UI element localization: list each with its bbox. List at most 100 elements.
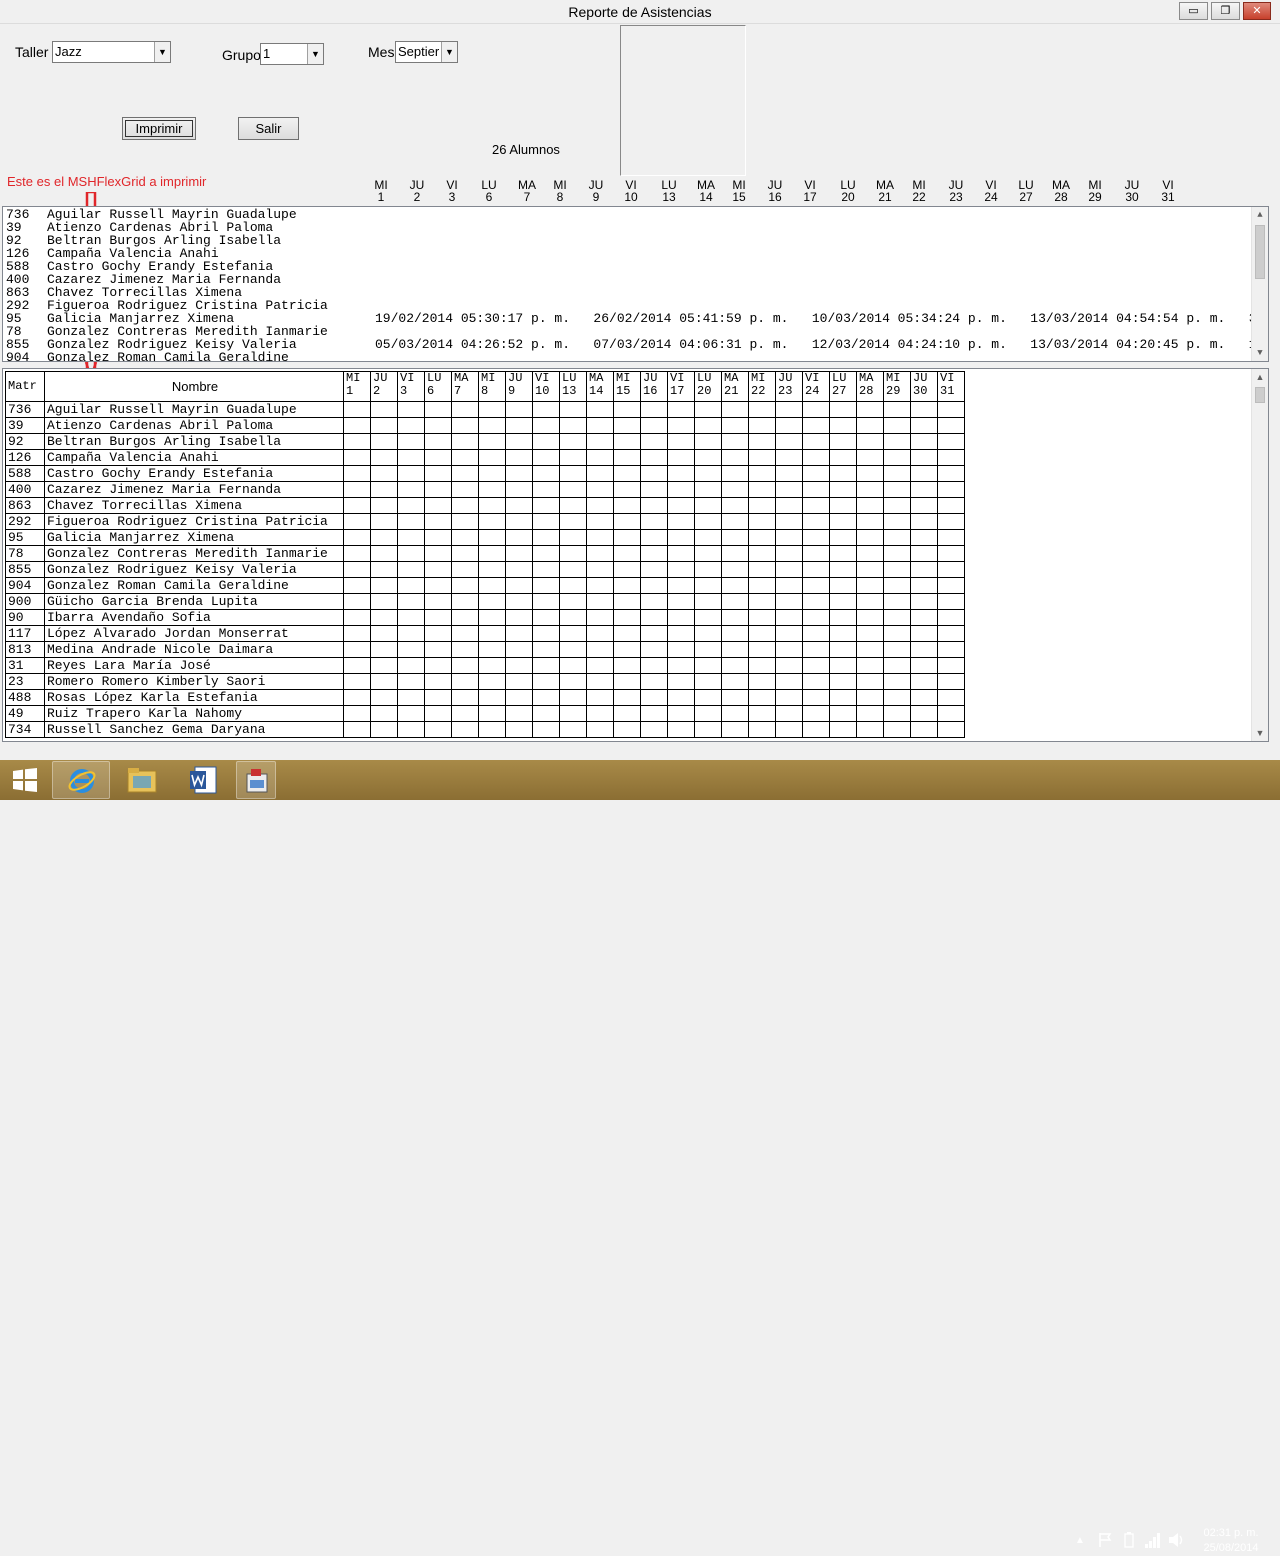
maximize-button[interactable]: ❐ <box>1211 2 1240 20</box>
cell-attendance[interactable] <box>586 609 614 626</box>
cell-attendance[interactable] <box>424 481 452 498</box>
cell-attendance[interactable] <box>721 449 749 466</box>
cell-attendance[interactable] <box>397 433 425 450</box>
cell-attendance[interactable] <box>586 417 614 434</box>
cell-attendance[interactable] <box>451 497 479 514</box>
cell-attendance[interactable] <box>910 513 938 530</box>
cell-attendance[interactable] <box>613 545 641 562</box>
power-icon[interactable] <box>1121 1532 1137 1548</box>
cell-attendance[interactable] <box>532 689 560 706</box>
cell-matr[interactable]: 863 <box>5 497 45 514</box>
cell-name[interactable]: Beltran Burgos Arling Isabella <box>44 433 344 450</box>
scroll-thumb[interactable] <box>1255 387 1265 403</box>
cell-attendance[interactable] <box>883 657 911 674</box>
cell-attendance[interactable] <box>586 449 614 466</box>
cell-attendance[interactable] <box>694 593 722 610</box>
cell-attendance[interactable] <box>640 449 668 466</box>
cell-attendance[interactable] <box>559 449 587 466</box>
cell-attendance[interactable] <box>883 561 911 578</box>
cell-attendance[interactable] <box>721 433 749 450</box>
cell-attendance[interactable] <box>694 657 722 674</box>
cell-attendance[interactable] <box>775 641 803 658</box>
cell-attendance[interactable] <box>856 561 884 578</box>
cell-attendance[interactable] <box>910 577 938 594</box>
cell-matr[interactable]: 49 <box>5 705 45 722</box>
cell-attendance[interactable] <box>613 513 641 530</box>
grupo-combo[interactable]: 1 ▼ <box>260 43 324 65</box>
cell-attendance[interactable] <box>937 609 965 626</box>
cell-attendance[interactable] <box>829 481 857 498</box>
cell-attendance[interactable] <box>397 609 425 626</box>
cell-attendance[interactable] <box>748 561 776 578</box>
cell-attendance[interactable] <box>343 609 371 626</box>
cell-attendance[interactable] <box>505 657 533 674</box>
cell-attendance[interactable] <box>694 529 722 546</box>
cell-attendance[interactable] <box>856 529 884 546</box>
cell-attendance[interactable] <box>613 641 641 658</box>
cell-attendance[interactable] <box>802 449 830 466</box>
cell-attendance[interactable] <box>694 401 722 418</box>
cell-attendance[interactable] <box>532 673 560 690</box>
cell-attendance[interactable] <box>775 705 803 722</box>
cell-attendance[interactable] <box>775 689 803 706</box>
grid-header-day[interactable]: MI 29 <box>883 371 911 402</box>
grid-header-day[interactable]: MA 28 <box>856 371 884 402</box>
cell-attendance[interactable] <box>748 609 776 626</box>
cell-attendance[interactable] <box>343 641 371 658</box>
cell-attendance[interactable] <box>721 481 749 498</box>
cell-attendance[interactable] <box>667 433 695 450</box>
cell-attendance[interactable] <box>613 609 641 626</box>
cell-attendance[interactable] <box>640 593 668 610</box>
cell-attendance[interactable] <box>478 529 506 546</box>
cell-attendance[interactable] <box>559 529 587 546</box>
cell-name[interactable]: Gonzalez Roman Camila Geraldine <box>44 577 344 594</box>
cell-attendance[interactable] <box>802 433 830 450</box>
cell-attendance[interactable] <box>829 625 857 642</box>
cell-attendance[interactable] <box>397 561 425 578</box>
minimize-button[interactable]: ▭ <box>1179 2 1208 20</box>
print-button[interactable]: Imprimir <box>122 117 196 140</box>
cell-attendance[interactable] <box>451 593 479 610</box>
cell-attendance[interactable] <box>424 417 452 434</box>
cell-attendance[interactable] <box>370 449 398 466</box>
cell-attendance[interactable] <box>883 641 911 658</box>
table-row[interactable]: 90 Ibarra Avendaño Sofia <box>5 609 965 626</box>
grid-header-day[interactable]: VI 10 <box>532 371 560 402</box>
cell-attendance[interactable] <box>775 401 803 418</box>
cell-attendance[interactable] <box>856 593 884 610</box>
cell-attendance[interactable] <box>856 657 884 674</box>
cell-matr[interactable]: 400 <box>5 481 45 498</box>
grid-header-day[interactable]: MI 1 <box>343 371 371 402</box>
cell-attendance[interactable] <box>613 577 641 594</box>
table-row[interactable]: 292 Figueroa Rodriguez Cristina Patricia <box>5 513 965 530</box>
cell-attendance[interactable] <box>775 417 803 434</box>
cell-attendance[interactable] <box>640 641 668 658</box>
cell-attendance[interactable] <box>424 577 452 594</box>
cell-attendance[interactable] <box>775 545 803 562</box>
cell-attendance[interactable] <box>343 529 371 546</box>
cell-attendance[interactable] <box>667 721 695 738</box>
cell-attendance[interactable] <box>478 433 506 450</box>
cell-attendance[interactable] <box>937 401 965 418</box>
cell-attendance[interactable] <box>829 497 857 514</box>
cell-attendance[interactable] <box>586 673 614 690</box>
cell-attendance[interactable] <box>856 401 884 418</box>
cell-attendance[interactable] <box>451 705 479 722</box>
cell-matr[interactable]: 855 <box>5 561 45 578</box>
cell-attendance[interactable] <box>802 561 830 578</box>
cell-name[interactable]: López Alvarado Jordan Monserrat <box>44 625 344 642</box>
cell-attendance[interactable] <box>856 433 884 450</box>
cell-attendance[interactable] <box>937 721 965 738</box>
cell-attendance[interactable] <box>910 609 938 626</box>
cell-attendance[interactable] <box>775 673 803 690</box>
cell-attendance[interactable] <box>856 641 884 658</box>
cell-attendance[interactable] <box>748 705 776 722</box>
cell-attendance[interactable] <box>505 449 533 466</box>
volume-icon[interactable] <box>1168 1532 1186 1548</box>
cell-attendance[interactable] <box>856 545 884 562</box>
cell-attendance[interactable] <box>397 401 425 418</box>
cell-attendance[interactable] <box>829 593 857 610</box>
cell-attendance[interactable] <box>370 561 398 578</box>
cell-attendance[interactable] <box>829 705 857 722</box>
cell-attendance[interactable] <box>424 545 452 562</box>
